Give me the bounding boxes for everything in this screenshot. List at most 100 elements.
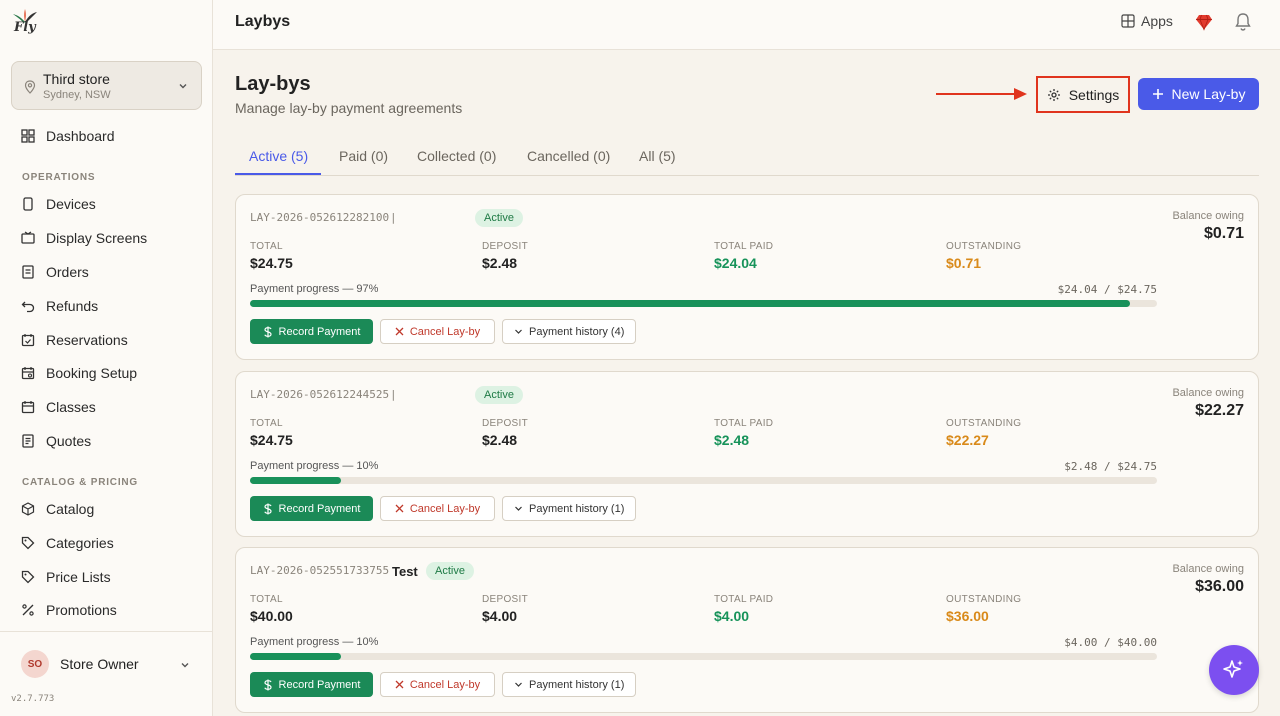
nav-quotes[interactable]: Quotes	[21, 431, 91, 451]
nav-label: Categories	[46, 535, 114, 551]
gear-icon	[1047, 88, 1060, 101]
new-layby-button[interactable]: New Lay-by	[1138, 78, 1259, 110]
stat-outstanding: OUTSTANDING $36.00	[946, 594, 1021, 624]
layby-separator: |	[390, 388, 397, 401]
store-location: Sydney, NSW	[43, 89, 111, 101]
nav-label: Display Screens	[46, 230, 148, 246]
nav-dashboard[interactable]: Dashboard	[21, 126, 115, 146]
nav-section-operations: OPERATIONS	[22, 172, 96, 183]
nav-label: Price Lists	[46, 569, 111, 585]
stat-value: $0.71	[946, 255, 982, 271]
cancel-layby-label: Cancel Lay-by	[409, 325, 481, 338]
nav-promotions[interactable]: Promotions	[21, 600, 117, 620]
balance-owing-value: $0.71	[1203, 225, 1244, 242]
stat-label: TOTAL PAID	[714, 594, 774, 605]
bell-icon[interactable]	[1234, 12, 1252, 32]
stat-total: TOTAL $24.75	[250, 418, 293, 448]
stat-label: DEPOSIT	[482, 241, 528, 252]
close-icon	[395, 327, 404, 336]
progress-bar	[250, 300, 1157, 307]
payment-history-label: Payment history (4)	[529, 325, 625, 338]
stat-value: $36.00	[946, 608, 989, 624]
progress-fill	[250, 653, 341, 660]
stat-total-paid: TOTAL PAID $24.04	[714, 241, 773, 271]
nav-catalog[interactable]: Catalog	[21, 499, 94, 519]
nav-label: Refunds	[46, 298, 99, 314]
cancel-layby-button[interactable]: Cancel Lay-by	[380, 496, 495, 521]
apps-button[interactable]: Apps	[1121, 13, 1173, 29]
nav-display-screens[interactable]: Display Screens	[21, 228, 147, 248]
record-payment-button[interactable]: Record Payment	[250, 672, 373, 697]
device-icon	[23, 197, 33, 211]
record-payment-button[interactable]: Record Payment	[250, 496, 373, 521]
orders-icon	[22, 265, 34, 279]
record-payment-label: Record Payment	[278, 325, 361, 338]
nav-label: Dashboard	[46, 128, 115, 144]
record-payment-label: Record Payment	[278, 678, 361, 691]
nav-booking-setup[interactable]: Booking Setup	[21, 363, 137, 383]
payment-history-label: Payment history (1)	[529, 678, 625, 691]
quote-document-icon	[22, 434, 34, 448]
progress-ratio: $2.48 / $24.75	[1064, 460, 1157, 473]
stat-deposit: DEPOSIT $4.00	[482, 594, 528, 624]
user-name[interactable]: Store Owner	[60, 656, 139, 672]
nav-categories[interactable]: Categories	[21, 533, 114, 553]
stat-value: $4.00	[714, 608, 750, 624]
nav-section-catalog: CATALOG & PRICING	[22, 477, 139, 488]
gem-icon[interactable]	[1195, 13, 1213, 31]
settings-button[interactable]: Settings	[1036, 76, 1130, 113]
chevron-down-icon	[515, 506, 522, 511]
stat-label: TOTAL	[250, 418, 283, 429]
nav-reservations[interactable]: Reservations	[21, 330, 128, 350]
payment-history-button[interactable]: Payment history (1)	[502, 672, 637, 697]
status-badge: Active	[426, 562, 474, 580]
package-icon	[21, 502, 35, 516]
new-layby-label: New Lay-by	[1171, 86, 1246, 102]
stat-value: $2.48	[482, 255, 518, 271]
stat-label: TOTAL PAID	[714, 241, 774, 252]
app-version: v2.7.773	[11, 694, 55, 704]
layby-reference: LAY-2026-052551733755	[250, 564, 390, 577]
sparkle-icon	[1223, 660, 1243, 678]
dollar-icon	[263, 326, 272, 337]
store-name: Third store	[43, 71, 110, 87]
progress-label: Payment progress — 97%	[250, 283, 379, 295]
stat-label: TOTAL	[250, 241, 283, 252]
balance-owing-value: $22.27	[1195, 402, 1244, 419]
tab-collected[interactable]: Collected (0)	[417, 148, 496, 164]
status-tabs: Active (5) Paid (0) Collected (0) Cancel…	[235, 137, 1259, 176]
payment-history-button[interactable]: Payment history (4)	[502, 319, 637, 344]
cancel-layby-label: Cancel Lay-by	[409, 678, 481, 691]
nav-devices[interactable]: Devices	[21, 194, 96, 214]
payment-history-button[interactable]: Payment history (1)	[502, 496, 637, 521]
tab-cancelled[interactable]: Cancelled (0)	[527, 148, 610, 164]
record-payment-button[interactable]: Record Payment	[250, 319, 373, 344]
status-badge: Active	[475, 386, 523, 404]
active-tab-indicator	[235, 173, 321, 175]
cancel-layby-button[interactable]: Cancel Lay-by	[380, 319, 495, 344]
tab-all[interactable]: All (5)	[639, 148, 676, 164]
status-badge: Active	[475, 209, 523, 227]
nav-orders[interactable]: Orders	[21, 262, 89, 282]
dollar-icon	[263, 503, 272, 514]
progress-label: Payment progress — 10%	[250, 636, 379, 648]
nav-refunds[interactable]: Refunds	[21, 296, 98, 316]
store-selector[interactable]: Third store Sydney, NSW	[11, 61, 202, 110]
progress-label: Payment progress — 10%	[250, 460, 379, 472]
stat-label: TOTAL	[250, 594, 283, 605]
page-title: Lay-bys	[235, 73, 311, 95]
tab-active[interactable]: Active (5)	[249, 148, 308, 164]
grid-icon	[1121, 14, 1135, 28]
percent-icon	[22, 604, 34, 616]
avatar[interactable]: SO	[21, 650, 49, 678]
stat-outstanding: OUTSTANDING $0.71	[946, 241, 1021, 271]
nav-price-lists[interactable]: Price Lists	[21, 567, 111, 587]
chevron-down-icon[interactable]	[179, 659, 191, 671]
payment-history-label: Payment history (1)	[529, 502, 625, 515]
cancel-layby-button[interactable]: Cancel Lay-by	[380, 672, 495, 697]
tab-paid[interactable]: Paid (0)	[339, 148, 388, 164]
nav-classes[interactable]: Classes	[21, 397, 96, 417]
stat-deposit: DEPOSIT $2.48	[482, 241, 528, 271]
sidebar-footer: SO Store Owner v2.7.773	[0, 631, 213, 716]
assistant-button[interactable]	[1209, 645, 1259, 695]
